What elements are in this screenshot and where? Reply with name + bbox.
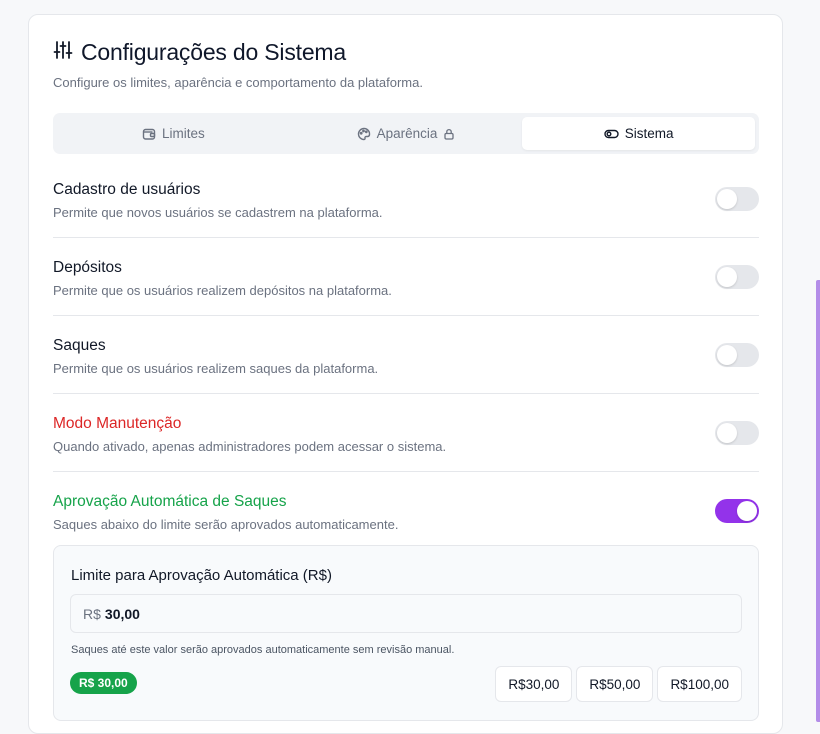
deposits-toggle[interactable] bbox=[715, 265, 759, 289]
tabs: Limites Aparência Sistema bbox=[53, 113, 759, 154]
setting-title: Saques bbox=[53, 337, 106, 354]
setting-description: Permite que os usuários realizem depósit… bbox=[53, 283, 392, 298]
current-limit-badge: R$ 30,00 bbox=[70, 672, 137, 694]
setting-title: Depósitos bbox=[53, 259, 122, 276]
preset-100-button[interactable]: R$100,00 bbox=[657, 666, 742, 702]
setting-auto-approval: Aprovação Automática de Saques Saques ab… bbox=[53, 472, 759, 549]
preset-50-button[interactable]: R$50,00 bbox=[576, 666, 654, 702]
setting-description: Permite que novos usuários se cadastrem … bbox=[53, 205, 383, 220]
lock-icon bbox=[443, 128, 455, 140]
auto-approval-limit-panel: Limite para Aprovação Automática (R$) R$… bbox=[53, 545, 759, 721]
header: Configurações do Sistema Configure os li… bbox=[53, 39, 423, 90]
tab-label: Aparência bbox=[376, 126, 438, 141]
setting-deposits: Depósitos Permite que os usuários realiz… bbox=[53, 238, 759, 316]
maintenance-mode-toggle[interactable] bbox=[715, 421, 759, 445]
preset-30-button[interactable]: R$30,00 bbox=[495, 666, 573, 702]
currency-prefix: R$ bbox=[83, 605, 101, 622]
settings-card: Configurações do Sistema Configure os li… bbox=[28, 14, 783, 734]
setting-withdrawals: Saques Permite que os usuários realizem … bbox=[53, 316, 759, 394]
limit-amount-input[interactable]: R$ 30,00 bbox=[70, 594, 742, 633]
scrollbar-accent bbox=[816, 280, 820, 722]
settings-list: Cadastro de usuários Permite que novos u… bbox=[53, 160, 759, 549]
setting-title: Modo Manutenção bbox=[53, 415, 182, 432]
page-subtitle: Configure os limites, aparência e compor… bbox=[53, 75, 423, 90]
limit-title: Limite para Aprovação Automática (R$) bbox=[71, 567, 332, 584]
toggle-icon bbox=[604, 127, 619, 141]
sliders-icon bbox=[53, 40, 73, 65]
toggle-knob bbox=[717, 345, 737, 365]
tab-label: Limites bbox=[161, 126, 205, 141]
wallet-icon bbox=[142, 127, 156, 141]
auto-approval-toggle[interactable] bbox=[715, 499, 759, 523]
toggle-knob bbox=[717, 423, 737, 443]
toggle-knob bbox=[717, 189, 737, 209]
page-title: Configurações do Sistema bbox=[81, 39, 346, 65]
palette-icon bbox=[357, 127, 371, 141]
setting-description: Permite que os usuários realizem saques … bbox=[53, 361, 379, 376]
setting-description: Quando ativado, apenas administradores p… bbox=[53, 439, 447, 454]
user-registration-toggle[interactable] bbox=[715, 187, 759, 211]
tab-label: Sistema bbox=[624, 126, 674, 141]
setting-description: Saques abaixo do limite serão aprovados … bbox=[53, 517, 399, 532]
withdrawals-toggle[interactable] bbox=[715, 343, 759, 367]
tab-aparencia[interactable]: Aparência bbox=[290, 117, 523, 150]
setting-title: Cadastro de usuários bbox=[53, 181, 201, 198]
setting-user-registration: Cadastro de usuários Permite que novos u… bbox=[53, 160, 759, 238]
toggle-knob bbox=[737, 501, 757, 521]
setting-maintenance-mode: Modo Manutenção Quando ativado, apenas a… bbox=[53, 394, 759, 472]
limit-helper-text: Saques até este valor serão aprovados au… bbox=[71, 644, 455, 656]
tab-limites[interactable]: Limites bbox=[57, 117, 290, 150]
limit-amount-value: 30,00 bbox=[104, 605, 140, 622]
preset-buttons: R$30,00 R$50,00 R$100,00 bbox=[495, 666, 742, 702]
tab-sistema[interactable]: Sistema bbox=[522, 117, 756, 150]
setting-title: Aprovação Automática de Saques bbox=[53, 493, 287, 510]
toggle-knob bbox=[717, 267, 737, 287]
